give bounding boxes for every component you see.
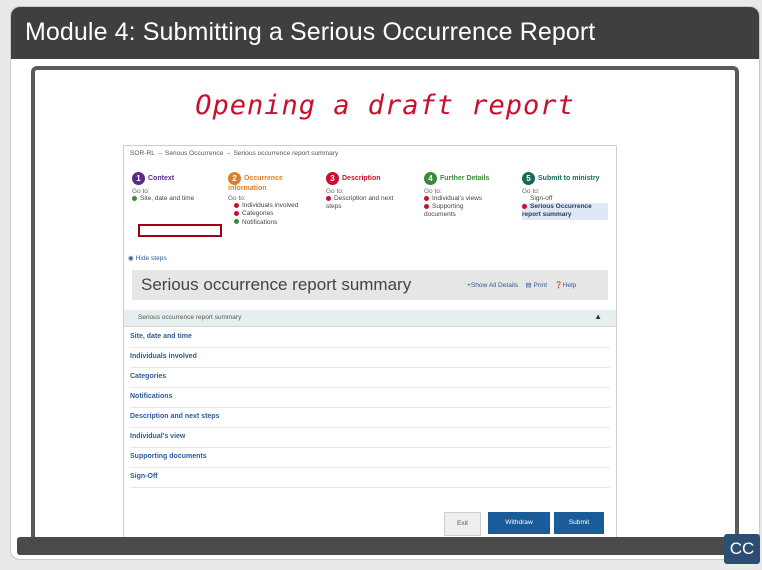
step-title: Context bbox=[148, 175, 175, 182]
hide-steps-link[interactable]: ◉ Hide steps bbox=[128, 254, 167, 262]
section-site-date-time[interactable]: Site, date and time bbox=[130, 327, 610, 348]
step-context[interactable]: 1 Context Go to: Site, date and time bbox=[132, 172, 222, 203]
section-description-next-steps[interactable]: Description and next steps bbox=[130, 407, 610, 428]
page-title: Serious occurrence report summary bbox=[141, 275, 412, 294]
step-title: Description bbox=[342, 175, 381, 182]
step-link-sign-off[interactable]: Sign-off bbox=[530, 195, 614, 203]
help-link[interactable]: ❓Help bbox=[554, 282, 576, 289]
section-categories[interactable]: Categories bbox=[130, 367, 610, 388]
step-link-label: Individual's views bbox=[432, 195, 483, 202]
closed-captions-button[interactable]: CC bbox=[724, 534, 760, 564]
step-link-label: Serious Occurrence report summary bbox=[522, 203, 592, 219]
breadcrumb: SOR-RL → Serious Occurrence → Serious oc… bbox=[130, 150, 339, 157]
check-icon bbox=[234, 219, 239, 225]
step-link-description-next-steps[interactable]: Description and next steps bbox=[326, 195, 396, 211]
show-all-details-link[interactable]: +Show All Details bbox=[467, 282, 518, 289]
goto-label: Go to: bbox=[522, 188, 540, 195]
alert-icon bbox=[234, 203, 239, 208]
page-title-bar: Serious occurrence report summary +Show … bbox=[132, 270, 608, 300]
step-link-label: Notifications bbox=[242, 218, 278, 226]
section-individuals-involved[interactable]: Individuals involved bbox=[130, 347, 610, 368]
step-link-categories[interactable]: Categories bbox=[234, 210, 318, 218]
goto-label: Go to: bbox=[326, 188, 344, 195]
eye-icon: ◉ bbox=[128, 255, 134, 262]
highlight-box bbox=[138, 224, 222, 237]
step-link-individuals-involved[interactable]: Individuals involved bbox=[234, 202, 318, 210]
app-screenshot: SOR-RL → Serious Occurrence → Serious oc… bbox=[123, 145, 617, 547]
alert-icon bbox=[424, 203, 429, 209]
step-link-individuals-views[interactable]: Individual's views bbox=[424, 195, 514, 203]
step-submit-to-ministry[interactable]: 5 Submit to ministry Go to: Sign-off Seri… bbox=[522, 172, 614, 220]
alert-icon bbox=[424, 195, 429, 201]
step-title: Submit to ministry bbox=[538, 175, 600, 182]
module-banner: Module 4: Submitting a Serious Occurrenc… bbox=[11, 7, 759, 59]
goto-label: Go to: bbox=[132, 188, 150, 195]
step-link-notifications[interactable]: Notifications bbox=[234, 219, 318, 227]
hide-steps-label: Hide steps bbox=[135, 255, 167, 262]
step-number-icon: 2 bbox=[228, 172, 241, 185]
withdraw-button[interactable]: Withdraw bbox=[488, 512, 550, 534]
slide-heading: Opening a draft report bbox=[195, 90, 575, 121]
goto-label: Go to: bbox=[424, 188, 442, 195]
accordion-label: Serious occurrence report summary bbox=[138, 314, 242, 321]
summary-accordion-header[interactable]: Serious occurrence report summary ▲ bbox=[124, 310, 616, 327]
step-link-supporting-documents[interactable]: Supporting documents bbox=[424, 203, 494, 219]
step-link-report-summary[interactable]: Serious Occurrence report summary bbox=[522, 203, 608, 220]
print-label: Print bbox=[533, 282, 548, 289]
alert-icon bbox=[234, 211, 239, 217]
step-link-site-date-time[interactable]: Site, date and time bbox=[132, 195, 222, 203]
exit-button[interactable]: Exit bbox=[444, 512, 481, 536]
section-sign-off[interactable]: Sign-Off bbox=[130, 467, 610, 488]
chevron-up-icon[interactable]: ▲ bbox=[594, 312, 602, 321]
module-title: Module 4: Submitting a Serious Occurrenc… bbox=[25, 18, 596, 46]
submit-button[interactable]: Submit bbox=[554, 512, 604, 534]
alert-icon bbox=[522, 203, 527, 209]
step-link-label: Sign-off bbox=[530, 195, 553, 202]
step-link-label: Description and next steps bbox=[326, 195, 394, 211]
step-link-label: Categories bbox=[242, 210, 274, 218]
slide-content: Opening a draft report SOR-RL → Serious … bbox=[31, 66, 739, 552]
check-icon bbox=[132, 195, 137, 201]
printer-icon: ▤ bbox=[525, 282, 532, 289]
player-progress-bar[interactable] bbox=[17, 537, 757, 555]
goto-label: Go to: bbox=[228, 195, 246, 203]
section-notifications[interactable]: Notifications bbox=[130, 387, 610, 408]
step-link-label: Individuals involved bbox=[242, 202, 299, 210]
section-supporting-documents[interactable]: Supporting documents bbox=[130, 447, 610, 468]
step-number-icon: 1 bbox=[132, 172, 145, 185]
step-further-details[interactable]: 4 Further Details Go to: Individual's vie… bbox=[424, 172, 514, 220]
step-occurrence-information[interactable]: 2 Occurrence information Go to: Individua… bbox=[228, 172, 318, 227]
alert-icon bbox=[326, 195, 331, 201]
step-number-icon: 5 bbox=[522, 172, 535, 185]
show-all-label: Show All Details bbox=[470, 282, 519, 289]
step-link-label: Site, date and time bbox=[140, 195, 195, 202]
question-icon: ❓ bbox=[554, 282, 563, 289]
step-number-icon: 4 bbox=[424, 172, 437, 185]
page-actions: +Show All Details ▤ Print ❓Help bbox=[467, 281, 576, 289]
step-link-label: Supporting documents bbox=[424, 203, 464, 219]
step-tracker: 1 Context Go to: Site, date and time 2 Occ… bbox=[130, 172, 614, 252]
step-title: Further Details bbox=[440, 175, 490, 182]
section-individuals-view[interactable]: Individual's view bbox=[130, 427, 610, 448]
step-description[interactable]: 3 Description Go to: Description and next… bbox=[326, 172, 416, 211]
print-link[interactable]: ▤ Print bbox=[525, 282, 547, 289]
slide-frame: Module 4: Submitting a Serious Occurrenc… bbox=[10, 6, 760, 560]
step-number-icon: 3 bbox=[326, 172, 339, 185]
help-label: Help bbox=[562, 282, 577, 289]
